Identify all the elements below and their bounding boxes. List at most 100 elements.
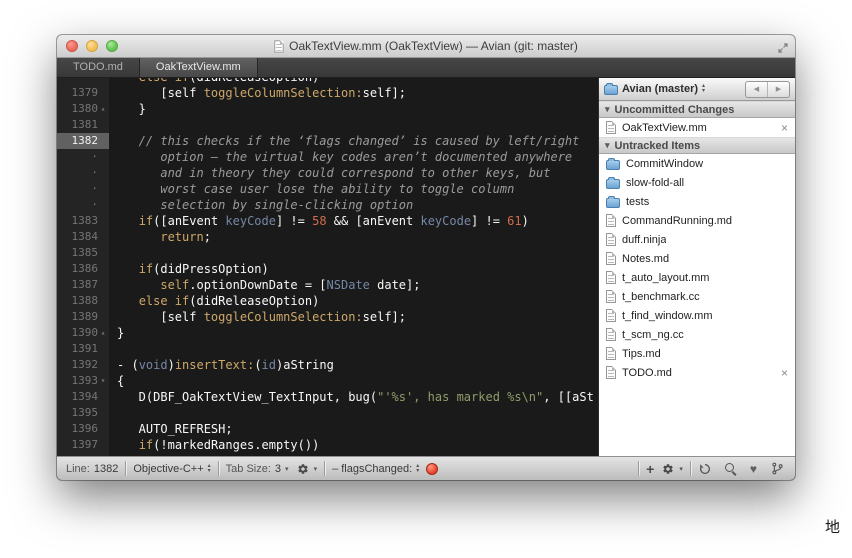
popup-stepper-icon[interactable]: ▴ ▾ [702, 83, 705, 94]
code-line[interactable]: and in theory they could correspond to o… [109, 165, 598, 181]
code-line[interactable] [109, 117, 598, 133]
close-file-icon[interactable]: × [781, 367, 788, 379]
symbol-selector[interactable]: – flagsChanged: ▴ ▾ [332, 463, 419, 475]
line-number[interactable]: 1384 [57, 229, 109, 245]
code-line[interactable]: else if(didReleaseOption) [109, 78, 598, 85]
bundle-actions-button[interactable]: ▾ [296, 463, 317, 475]
back-icon[interactable]: ◀ [746, 81, 768, 97]
line-number[interactable]: 1389 [57, 309, 109, 325]
heart-icon[interactable]: ♥ [750, 463, 757, 475]
forward-icon[interactable]: ▶ [768, 82, 789, 97]
folder-item-slow-fold-all[interactable]: slow-fold-all [599, 173, 795, 192]
line-number[interactable]: 1392 [57, 357, 109, 373]
line-number[interactable]: 1391 [57, 341, 109, 357]
code-line[interactable]: AUTO_REFRESH; [109, 421, 598, 437]
file-item-t-scm-ng-cc[interactable]: t_scm_ng.cc [599, 325, 795, 344]
line-number[interactable]: · [57, 149, 109, 165]
fullscreen-icon[interactable] [778, 40, 788, 58]
project-popup[interactable]: Avian (master) [622, 83, 698, 95]
language-selector[interactable]: Objective-C++ ▴ ▾ [133, 463, 210, 475]
disclosure-triangle-icon[interactable]: ▾ [605, 104, 610, 115]
section-header-uncommitted-changes[interactable]: ▾ Uncommitted Changes [599, 101, 795, 118]
actions-button[interactable]: ▾ [661, 463, 683, 475]
title-bar[interactable]: OakTextView.mm (OakTextView) — Avian (gi… [57, 35, 795, 58]
line-number[interactable]: 1387 [57, 277, 109, 293]
tab-oaktextview-mm[interactable]: OakTextView.mm [139, 58, 258, 77]
file-item-t-auto-layout-mm[interactable]: t_auto_layout.mm [599, 268, 795, 287]
line-number[interactable]: · [57, 181, 109, 197]
code-line[interactable]: if([anEvent keyCode] != 58 && [anEvent k… [109, 213, 598, 229]
document-proxy-icon[interactable] [274, 39, 284, 53]
line-number[interactable]: 1397 [57, 437, 109, 453]
file-item-tips-md[interactable]: Tips.md [599, 344, 795, 363]
tab-size-selector[interactable]: Tab Size: 3 ▾ [226, 463, 289, 475]
line-number[interactable]: 1381 [57, 117, 109, 133]
code-line[interactable]: - (void)insertText:(id)aString [109, 357, 598, 373]
line-number[interactable]: · [57, 165, 109, 181]
search-icon[interactable] [724, 462, 737, 475]
plus-icon[interactable]: + [646, 462, 654, 476]
file-item-t-benchmark-cc[interactable]: t_benchmark.cc [599, 287, 795, 306]
line-number[interactable]: 1394 [57, 389, 109, 405]
line-number[interactable]: 1393 ▾ [57, 373, 109, 389]
file-item-commandrunning-md[interactable]: CommandRunning.md [599, 211, 795, 230]
zoom-icon[interactable] [106, 40, 118, 52]
disclosure-triangle-icon[interactable]: ▾ [605, 140, 610, 151]
git-branch-icon[interactable] [770, 462, 784, 475]
code-line[interactable] [109, 405, 598, 421]
file-item-notes-md[interactable]: Notes.md [599, 249, 795, 268]
code-line[interactable]: option — the virtual key codes aren’t do… [109, 149, 598, 165]
close-file-icon[interactable]: × [781, 122, 788, 134]
line-number[interactable]: 1379 [57, 85, 109, 101]
line-number[interactable]: 1386 [57, 261, 109, 277]
code-line[interactable]: D(DBF_OakTextView_TextInput, bug("'%s', … [109, 389, 598, 405]
line-number[interactable]: 1383 [57, 213, 109, 229]
file-item-t-find-window-mm[interactable]: t_find_window.mm [599, 306, 795, 325]
code-line[interactable]: } [109, 325, 598, 341]
code-line[interactable]: } [109, 101, 598, 117]
line-number[interactable]: 1390 ▴ [57, 325, 109, 341]
code-line[interactable]: return; [109, 229, 598, 245]
code-editor[interactable]: else if(didReleaseOption)1379 [self togg… [57, 78, 598, 456]
close-icon[interactable] [66, 40, 78, 52]
line-number[interactable]: 1388 [57, 293, 109, 309]
file-item-todo-md[interactable]: TODO.md × [599, 363, 795, 382]
folder-item-commitwindow[interactable]: CommitWindow [599, 154, 795, 173]
folder-item-tests[interactable]: tests [599, 192, 795, 211]
code-line[interactable]: [self toggleColumnSelection:self]; [109, 309, 598, 325]
code-line[interactable]: selection by single-clicking option [109, 197, 598, 213]
fold-up-icon[interactable]: ▴ [98, 101, 108, 117]
code-line[interactable]: if(!markedRanges.empty()) [109, 437, 598, 453]
code-line[interactable] [109, 341, 598, 357]
fold-up-icon[interactable]: ▴ [98, 325, 108, 341]
line-number[interactable]: 1385 [57, 245, 109, 261]
code-line[interactable]: self.optionDownDate = [NSDate date]; [109, 277, 598, 293]
code-line[interactable]: { [109, 373, 598, 389]
code-line[interactable]: [self toggleColumnSelection:self]; [109, 85, 598, 101]
code-token: "'%s', has marked %s\n" [377, 390, 544, 404]
code-line[interactable]: // this checks if the ‘flags changed’ is… [109, 133, 598, 149]
line-number[interactable] [57, 78, 109, 85]
code-line[interactable]: worst case user lose the ability to togg… [109, 181, 598, 197]
fold-down-icon[interactable]: ▾ [98, 373, 108, 389]
line-number[interactable]: 1380 ▴ [57, 101, 109, 117]
section-header-untracked-items[interactable]: ▾ Untracked Items [599, 137, 795, 154]
tab-todo-md[interactable]: TODO.md [57, 58, 140, 77]
file-item-oaktextview-mm[interactable]: OakTextView.mm × [599, 118, 795, 137]
file-item-duff-ninja[interactable]: duff.ninja [599, 230, 795, 249]
code-line[interactable]: else if(didReleaseOption) [109, 293, 598, 309]
refresh-icon[interactable] [698, 463, 712, 475]
code-line[interactable] [109, 245, 598, 261]
line-number[interactable]: 1382 [57, 133, 109, 149]
line-number[interactable]: 1396 [57, 421, 109, 437]
line-number-text: 1387 [71, 278, 99, 291]
line-number[interactable]: 1395 [57, 405, 109, 421]
line-value: 1382 [93, 462, 119, 475]
line-number[interactable]: · [57, 197, 109, 213]
line-indicator[interactable]: Line: 1382 [66, 463, 118, 475]
minimize-icon[interactable] [86, 40, 98, 52]
code-line[interactable]: if(didPressOption) [109, 261, 598, 277]
code-token: option — the virtual key codes aren’t do… [117, 150, 573, 164]
record-icon[interactable] [426, 462, 439, 475]
